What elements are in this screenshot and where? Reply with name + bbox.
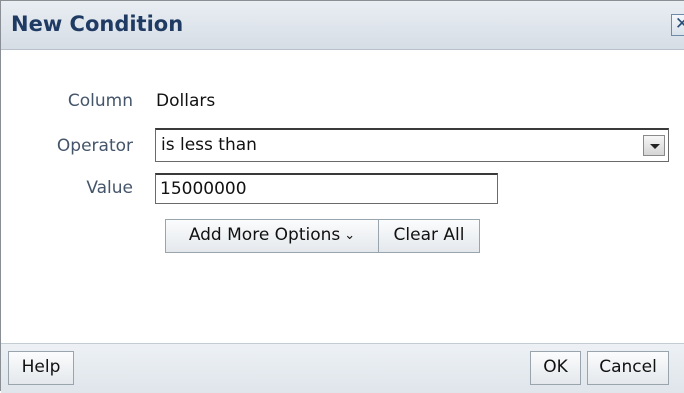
add-more-options-button[interactable]: Add More Options ⌄ — [165, 219, 379, 253]
close-icon: ✕ — [674, 14, 684, 34]
dialog-titlebar: New Condition ✕ — [1, 1, 684, 50]
column-value: Dollars — [156, 91, 216, 111]
column-label: Column — [67, 91, 133, 111]
ok-label: OK — [543, 357, 568, 377]
help-button[interactable]: Help — [8, 351, 74, 385]
value-input[interactable] — [155, 173, 498, 204]
dialog-title: New Condition — [11, 12, 184, 36]
cancel-button[interactable]: Cancel — [587, 351, 669, 385]
ok-button[interactable]: OK — [530, 351, 581, 385]
clear-all-button[interactable]: Clear All — [378, 219, 480, 253]
operator-selected-value: is less than — [161, 135, 257, 155]
close-button[interactable]: ✕ — [671, 14, 684, 36]
value-label: Value — [86, 178, 133, 198]
cancel-label: Cancel — [599, 357, 657, 377]
dialog-footer: Help OK Cancel — [1, 343, 684, 393]
operator-label: Operator — [56, 136, 133, 156]
clear-all-label: Clear All — [393, 225, 465, 245]
help-label: Help — [21, 357, 61, 377]
new-condition-dialog: New Condition ✕ Column Dollars Operator … — [0, 0, 684, 393]
chevron-down-icon: ⌄ — [344, 228, 356, 243]
operator-select[interactable]: is less than — [155, 128, 669, 162]
add-more-options-label: Add More Options — [188, 225, 341, 245]
dropdown-arrow-icon[interactable] — [643, 135, 665, 156]
